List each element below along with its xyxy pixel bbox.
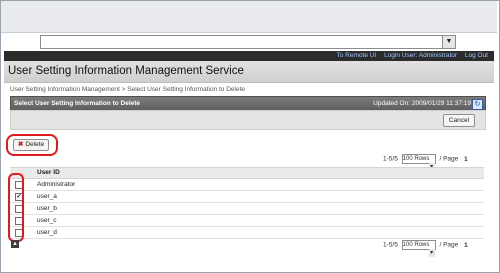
remote-ui-link[interactable]: To Remote UI (337, 52, 377, 59)
dropdown-arrow-icon: ▾ (428, 249, 435, 257)
table-header: User ID (10, 168, 484, 179)
user-table: User ID Administrator ✔ user_a user_b us… (10, 167, 484, 239)
rows-per-page-select[interactable]: 100 Rows ▾ (401, 240, 436, 257)
pager-range: 1-5/5 (383, 155, 398, 163)
user-id: user_c (37, 217, 57, 224)
table-row[interactable]: ✔ user_a (10, 191, 484, 203)
user-id: user_a (37, 193, 57, 200)
page-label: / Page (439, 241, 459, 249)
user-id-header: User ID (37, 169, 60, 176)
pager-top: 1-5/5 100 Rows ▾ / Page 1 (383, 154, 468, 171)
dropdown-arrow-icon[interactable]: ▼ (442, 36, 455, 48)
rows-per-page-select[interactable]: 100 Rows ▾ (401, 154, 436, 171)
cancel-button[interactable]: Cancel (443, 114, 475, 127)
rows-selected-value: 100 Rows (402, 156, 430, 162)
delete-button[interactable]: ✖ Delete (13, 139, 49, 151)
scroll-up-icon[interactable]: ▲ (11, 240, 19, 248)
refresh-icon[interactable]: ↻ (472, 99, 483, 110)
updated-on-text: Updated On: 2009/01/29 11:37:19 (373, 100, 471, 107)
page-label: / Page (439, 155, 459, 163)
panel-body (10, 110, 486, 130)
table-row[interactable]: Administrator (10, 179, 484, 191)
panel-header-title: Select User Setting Information to Delet… (14, 100, 141, 107)
page-number: 1 (464, 241, 468, 249)
breadcrumb: User Setting Information Management > Se… (10, 86, 246, 93)
x-icon: ✖ (17, 141, 24, 148)
table-row[interactable]: user_c (10, 215, 484, 227)
top-bar: To Remote UI Login User: Administrator L… (4, 51, 494, 61)
pager-bottom: 1-5/5 100 Rows ▾ / Page 1 (383, 240, 468, 257)
panel-header: Select User Setting Information to Delet… (10, 96, 486, 111)
rows-selected-value: 100 Rows (402, 242, 430, 248)
user-id: user_b (37, 205, 57, 212)
table-row[interactable]: user_d (10, 227, 484, 239)
login-user-text: Login User: Administrator (384, 52, 458, 59)
table-row[interactable]: user_b (10, 203, 484, 215)
browser-toolbar (1, 1, 497, 33)
page-title: User Setting Information Management Serv… (8, 65, 244, 77)
delete-label: Delete (25, 141, 45, 148)
user-id: user_d (37, 229, 57, 236)
checkbox-highlight-ring (8, 173, 24, 242)
page-number: 1 (464, 155, 468, 163)
pager-range: 1-5/5 (383, 241, 398, 249)
address-select[interactable]: ▼ (40, 35, 456, 49)
logout-link[interactable]: Log Out (465, 52, 488, 59)
user-id: Administrator (37, 181, 76, 188)
title-bar: User Setting Information Management Serv… (4, 61, 494, 83)
